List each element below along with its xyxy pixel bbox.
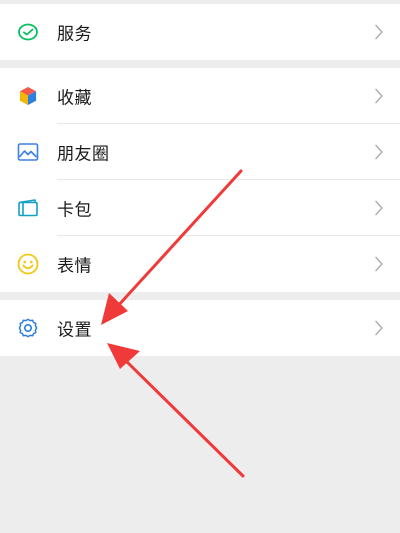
menu-item-settings[interactable]: 设置: [0, 300, 400, 356]
cards-icon: [16, 196, 40, 220]
arrow-lower: [107, 343, 245, 478]
menu-item-label: 收藏: [57, 88, 92, 109]
menu-item-label: 表情: [57, 256, 92, 277]
service-icon: [16, 20, 40, 44]
menu-item-moments[interactable]: 朋友圈: [0, 124, 400, 180]
menu-item-favorites[interactable]: 收藏: [0, 68, 400, 124]
menu-item-service[interactable]: 服务: [0, 4, 400, 60]
settings-group: 设置: [0, 300, 400, 356]
favorites-icon: [16, 84, 40, 108]
chevron-right-icon: [374, 320, 384, 336]
menu-item-label: 卡包: [57, 200, 92, 221]
stickers-icon: [16, 252, 40, 276]
chevron-right-icon: [374, 144, 384, 160]
menu-item-label: 朋友圈: [57, 144, 110, 165]
menu-item-label: 设置: [57, 320, 92, 341]
chevron-right-icon: [374, 200, 384, 216]
chevron-right-icon: [374, 88, 384, 104]
menu-item-label: 服务: [57, 24, 92, 45]
chevron-right-icon: [374, 256, 384, 272]
features-group: 收藏 朋友圈 卡包 表情: [0, 68, 400, 292]
service-group: 服务: [0, 4, 400, 60]
gear-icon: [16, 316, 40, 340]
menu-item-stickers[interactable]: 表情: [0, 236, 400, 292]
menu-item-cards[interactable]: 卡包: [0, 180, 400, 236]
moments-icon: [16, 140, 40, 164]
chevron-right-icon: [374, 24, 384, 40]
